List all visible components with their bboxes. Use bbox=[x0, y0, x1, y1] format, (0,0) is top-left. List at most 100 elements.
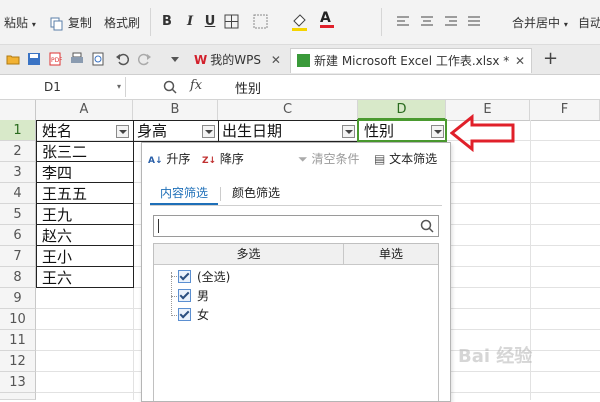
align-center-icon bbox=[421, 16, 433, 26]
justify-button[interactable] bbox=[467, 14, 481, 31]
open-folder-icon[interactable] bbox=[6, 52, 20, 66]
row-header[interactable]: 6 bbox=[0, 225, 36, 246]
align-left-button[interactable] bbox=[396, 14, 410, 31]
row-header[interactable] bbox=[0, 393, 36, 400]
tree-line bbox=[171, 276, 177, 277]
print-preview-icon[interactable] bbox=[91, 52, 105, 66]
align-right-button[interactable] bbox=[444, 14, 458, 31]
filter-dropdown-button[interactable] bbox=[202, 125, 215, 138]
align-center-button[interactable] bbox=[420, 14, 434, 31]
table-cell[interactable]: 王九 bbox=[38, 205, 128, 225]
auto-wrap-button[interactable]: 自动换 bbox=[578, 14, 600, 32]
zoom-icon[interactable] bbox=[163, 80, 177, 94]
select-all-corner[interactable] bbox=[0, 100, 36, 120]
option-male[interactable]: 男 bbox=[178, 288, 209, 304]
filter-search-input[interactable] bbox=[153, 215, 439, 237]
fill-color-button[interactable] bbox=[290, 12, 310, 35]
row-header[interactable]: 8 bbox=[0, 267, 36, 288]
tab-color-filter[interactable]: 颜色筛选 bbox=[222, 183, 290, 205]
tab-content-filter[interactable]: 内容筛选 bbox=[150, 183, 218, 205]
export-pdf-icon[interactable]: PDF bbox=[48, 52, 62, 66]
red-arrow-icon bbox=[450, 114, 515, 152]
formula-input[interactable]: 性别 bbox=[235, 78, 261, 97]
row-header[interactable]: 4 bbox=[0, 183, 36, 204]
column-header-b[interactable]: B bbox=[133, 100, 218, 120]
checkbox-checked-icon[interactable] bbox=[178, 289, 191, 302]
column-header-f[interactable]: F bbox=[530, 100, 600, 120]
tab-excel-document[interactable]: 新建 Microsoft Excel 工作表.xlsx * ✕ bbox=[290, 48, 532, 73]
option-label: 男 bbox=[197, 289, 210, 303]
dropdown-caret-icon: ▾ bbox=[31, 20, 36, 29]
column-header-a[interactable]: A bbox=[36, 100, 133, 120]
merge-center-button[interactable]: 合并居中 ▾ bbox=[512, 14, 568, 32]
option-label: 女 bbox=[197, 308, 210, 322]
row-header[interactable]: 12 bbox=[0, 351, 36, 372]
sort-ascending-button[interactable]: A↓ 升序 bbox=[148, 151, 190, 167]
format-painter-label: 格式刷 bbox=[104, 16, 141, 30]
tree-line bbox=[171, 296, 177, 297]
table-cell[interactable]: 王小 bbox=[38, 247, 128, 267]
save-icon[interactable] bbox=[27, 52, 41, 66]
row-header[interactable]: 5 bbox=[0, 204, 36, 225]
format-painter-button[interactable]: 格式刷 bbox=[104, 14, 140, 32]
merge-center-label: 合并居中 bbox=[512, 16, 561, 30]
filter-dropdown-button[interactable] bbox=[342, 125, 355, 138]
row-header[interactable]: 13 bbox=[0, 372, 36, 393]
undo-icon[interactable] bbox=[115, 52, 129, 66]
cell-style-button[interactable] bbox=[253, 14, 269, 33]
name-box-value: D1 bbox=[44, 80, 61, 94]
paste-button[interactable]: 粘贴 ▾ bbox=[4, 14, 36, 32]
name-box[interactable]: D1 ▾ bbox=[0, 77, 126, 97]
copy-button[interactable]: 复制 bbox=[50, 14, 92, 32]
search-icon[interactable] bbox=[420, 219, 434, 233]
option-female[interactable]: 女 bbox=[178, 307, 209, 323]
close-icon[interactable]: ✕ bbox=[515, 49, 525, 74]
table-cell[interactable]: 王五五 bbox=[38, 184, 128, 204]
row-header[interactable]: 11 bbox=[0, 330, 36, 351]
fill-bucket-icon bbox=[292, 14, 307, 31]
dropdown-caret-icon[interactable] bbox=[168, 52, 182, 66]
header-cell-height[interactable]: 身高 bbox=[133, 121, 203, 141]
table-cell[interactable]: 李四 bbox=[38, 163, 128, 183]
row-header[interactable]: 2 bbox=[0, 141, 36, 162]
close-icon[interactable]: ✕ bbox=[271, 53, 281, 67]
redo-icon[interactable] bbox=[138, 52, 152, 66]
tab-bar: PDF W 我的WPS ✕ 新建 Microsoft Excel 工作表.xlsx… bbox=[0, 45, 600, 75]
single-select-header[interactable]: 单选 bbox=[344, 244, 438, 265]
borders-button[interactable] bbox=[224, 14, 240, 33]
filter-dropdown-button[interactable] bbox=[116, 125, 129, 138]
tab-divider bbox=[220, 187, 221, 201]
print-icon[interactable] bbox=[70, 52, 84, 66]
column-header-d[interactable]: D bbox=[358, 100, 446, 120]
tab-my-wps[interactable]: W 我的WPS ✕ bbox=[188, 48, 288, 73]
font-color-button[interactable]: A bbox=[320, 10, 334, 28]
sort-descending-button[interactable]: Z↓ 降序 bbox=[202, 151, 244, 167]
italic-button[interactable]: I bbox=[180, 12, 200, 32]
auto-wrap-label: 自动换 bbox=[578, 16, 600, 30]
ribbon-divider bbox=[381, 8, 382, 36]
multi-select-header[interactable]: 多选 bbox=[154, 244, 344, 265]
option-select-all[interactable]: (全选) bbox=[178, 269, 230, 285]
new-tab-button[interactable]: + bbox=[543, 48, 558, 69]
clear-condition-button[interactable]: ⏷ 清空条件 bbox=[298, 151, 359, 167]
table-cell[interactable]: 张三二 bbox=[38, 142, 128, 162]
row-header[interactable]: 3 bbox=[0, 162, 36, 183]
table-cell[interactable]: 王六 bbox=[38, 268, 128, 288]
column-header-c[interactable]: C bbox=[218, 100, 358, 120]
underline-button[interactable]: U bbox=[200, 12, 220, 32]
row-header[interactable]: 7 bbox=[0, 246, 36, 267]
checkbox-checked-icon[interactable] bbox=[178, 270, 191, 283]
header-cell-birthdate[interactable]: 出生日期 bbox=[218, 121, 338, 141]
insert-function-button[interactable]: fx bbox=[190, 78, 202, 93]
checkbox-checked-icon[interactable] bbox=[178, 308, 191, 321]
excel-file-icon bbox=[297, 54, 310, 67]
table-cell[interactable]: 赵六 bbox=[38, 226, 128, 246]
bold-button[interactable]: B bbox=[157, 12, 177, 32]
funnel-icon: ⏷ bbox=[298, 152, 308, 166]
sort-ascending-icon: A↓ bbox=[148, 156, 163, 166]
row-header[interactable]: 1 bbox=[0, 120, 36, 141]
text-filter-button[interactable]: ▤ 文本筛选 bbox=[374, 151, 437, 167]
row-header[interactable]: 10 bbox=[0, 309, 36, 330]
header-cell-name[interactable]: 姓名 bbox=[38, 121, 118, 141]
row-header[interactable]: 9 bbox=[0, 288, 36, 309]
